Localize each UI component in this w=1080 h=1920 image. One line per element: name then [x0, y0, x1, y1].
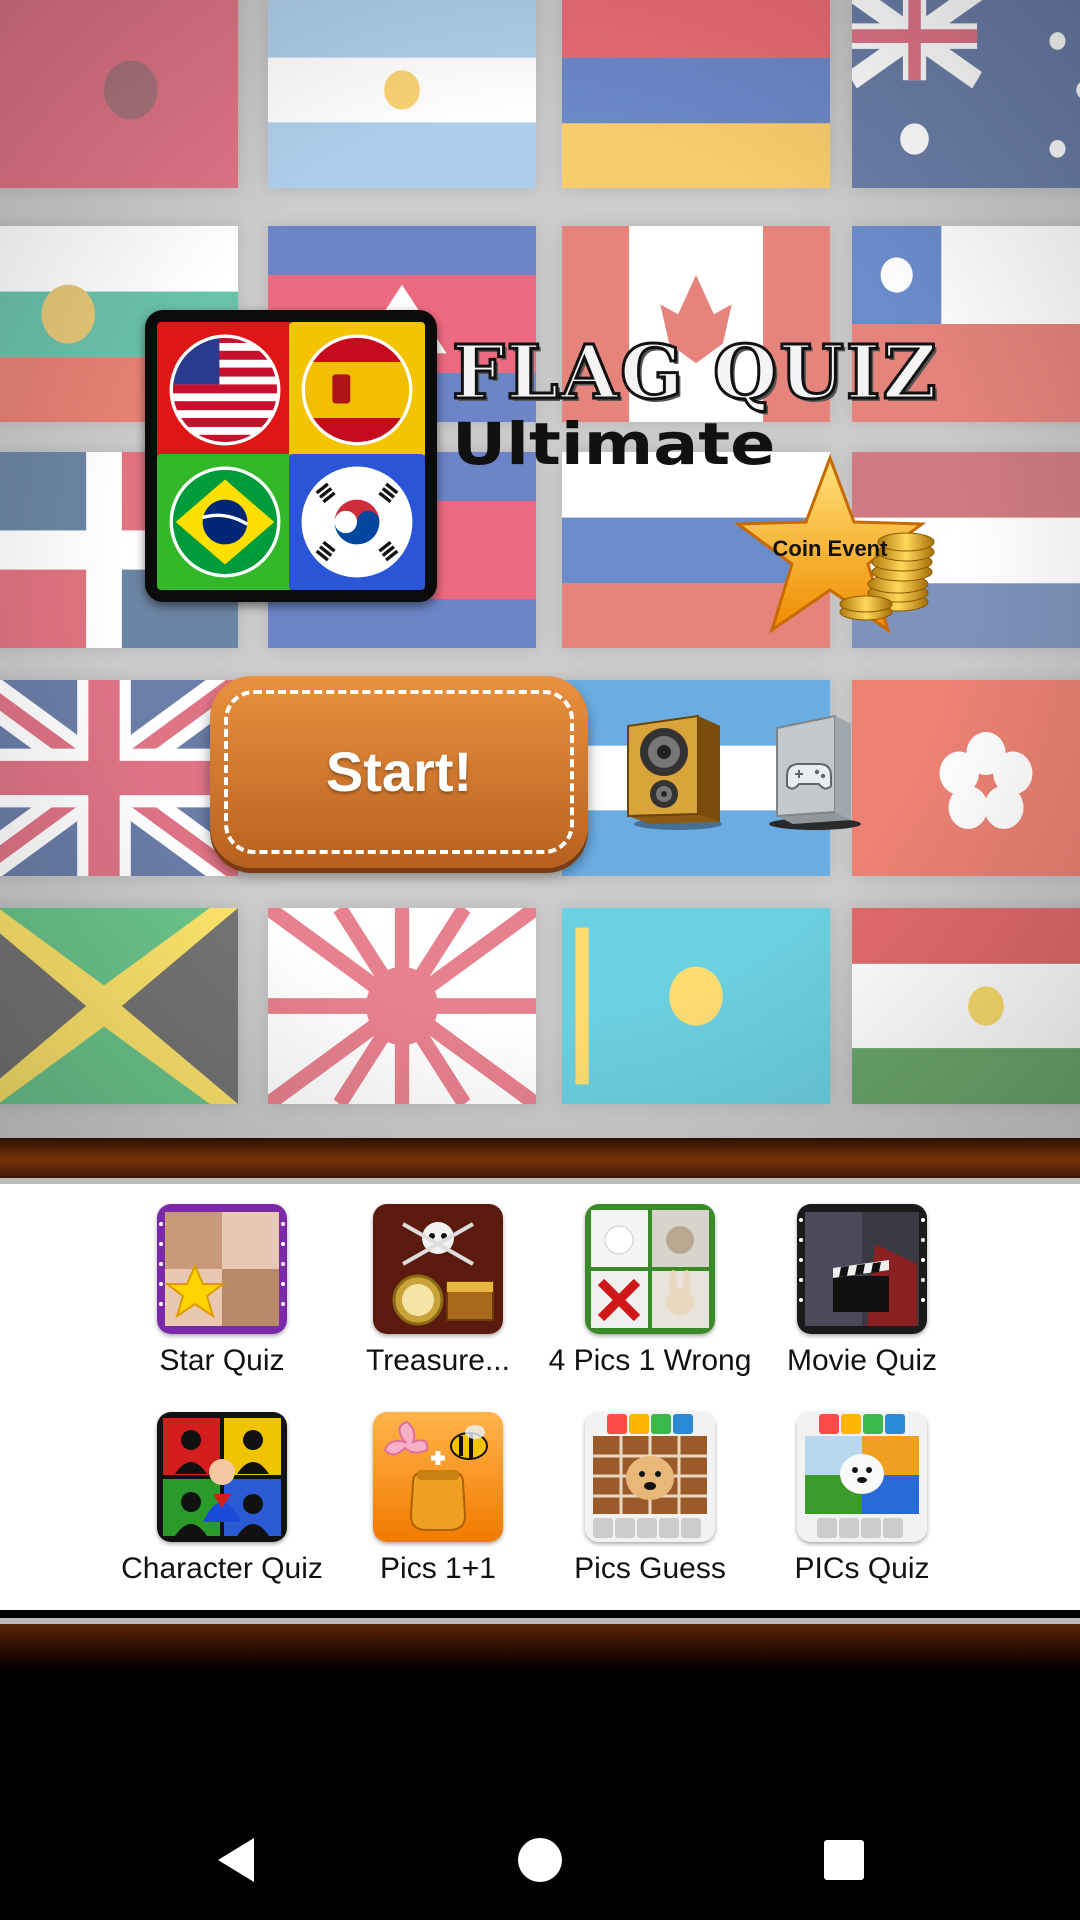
app-star-quiz[interactable]: Star Quiz	[116, 1204, 328, 1378]
logo-icon	[145, 310, 437, 602]
start-button-label: Start!	[325, 740, 473, 803]
speaker-icon	[627, 714, 722, 830]
wood-bar-top	[0, 1138, 1080, 1184]
south-korea-flag-icon	[289, 454, 425, 590]
app-pics-one-plus-one[interactable]: Pics 1+1	[332, 1412, 544, 1586]
app-label: Character Quiz	[121, 1552, 323, 1585]
app-movie-quiz[interactable]: Movie Quiz	[756, 1204, 968, 1378]
app-label: Pics 1+1	[380, 1552, 496, 1585]
app-label: Movie Quiz	[786, 1344, 938, 1377]
pics-quiz-icon	[797, 1412, 927, 1542]
game-title: FLAG QUIZ	[451, 329, 939, 418]
wood-bar-bottom	[0, 1618, 1080, 1670]
pics-one-plus-one-icon	[373, 1412, 503, 1542]
brazil-flag-icon	[157, 454, 293, 590]
recents-button[interactable]	[814, 1830, 874, 1890]
treasure-icon	[373, 1204, 503, 1334]
four-pics-icon	[585, 1204, 715, 1334]
coin-event-label: Coin Event	[772, 536, 888, 561]
movie-quiz-icon	[797, 1204, 927, 1334]
star-quiz-icon	[157, 1204, 287, 1334]
app-label: PICs Quiz	[794, 1552, 930, 1585]
usa-flag-icon	[157, 322, 293, 458]
app-label: Star Quiz	[159, 1344, 285, 1377]
more-apps-banner: Star Quiz Treasure... 4 Pics 1 Wrong Mov…	[0, 1184, 1080, 1610]
game-subtitle: Ultimate	[452, 410, 776, 478]
recents-icon	[824, 1840, 864, 1880]
spain-flag-icon	[289, 322, 425, 458]
app-pics-guess[interactable]: Pics Guess	[544, 1412, 756, 1586]
app-label: Pics Guess	[574, 1552, 726, 1585]
app-label: Treasure...	[366, 1344, 510, 1377]
start-button[interactable]: Start!	[210, 676, 588, 868]
app-label: 4 Pics 1 Wrong	[548, 1344, 752, 1377]
app-pics-quiz[interactable]: PICs Quiz	[756, 1412, 968, 1586]
pics-guess-icon	[585, 1412, 715, 1542]
app-four-pics-one-wrong[interactable]: 4 Pics 1 Wrong	[544, 1204, 756, 1378]
coin-event-button[interactable]: Coin Event	[730, 452, 940, 652]
home-button[interactable]	[510, 1830, 570, 1890]
back-button[interactable]	[206, 1830, 266, 1890]
back-icon	[218, 1838, 254, 1882]
app-character-quiz[interactable]: Character Quiz	[116, 1412, 328, 1586]
character-quiz-icon	[157, 1412, 287, 1542]
more-games-button[interactable]	[765, 712, 865, 832]
gamepad-icon	[769, 714, 861, 830]
home-icon	[518, 1838, 562, 1882]
app-treasure[interactable]: Treasure...	[332, 1204, 544, 1378]
sound-toggle-button[interactable]	[620, 712, 730, 832]
system-navigation-bar	[0, 1800, 1080, 1920]
